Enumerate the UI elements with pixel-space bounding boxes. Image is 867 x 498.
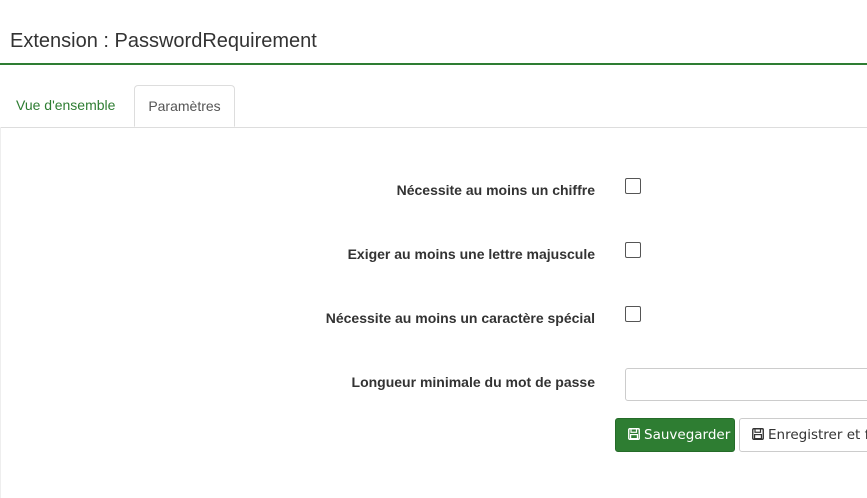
- tab-overview[interactable]: Vue d'ensemble: [16, 85, 115, 126]
- floppy-disk-icon: [628, 428, 640, 440]
- require-uppercase-label: Exiger au moins une lettre majuscule: [347, 246, 595, 262]
- min-length-input[interactable]: [625, 368, 867, 401]
- tab-bar: Vue d'ensemble Paramètres: [0, 85, 867, 128]
- require-special-char-label: Nécessite au moins un caractère spécial: [325, 310, 595, 326]
- require-digit-checkbox[interactable]: [625, 178, 641, 194]
- extension-settings-page: Extension : PasswordRequirement Vue d'en…: [0, 0, 867, 498]
- save-and-close-button[interactable]: Enregistrer et fermer: [739, 418, 867, 452]
- page-title: Extension : PasswordRequirement: [10, 30, 317, 52]
- min-length-label: Longueur minimale du mot de passe: [351, 374, 595, 390]
- save-and-close-button-label: Enregistrer et fermer: [768, 427, 867, 443]
- tab-settings[interactable]: Paramètres: [134, 85, 235, 127]
- page-header: Extension : PasswordRequirement: [0, 0, 867, 65]
- require-uppercase-checkbox[interactable]: [625, 242, 641, 258]
- save-button[interactable]: Sauvegarder: [615, 418, 735, 452]
- save-button-label: Sauvegarder: [644, 427, 731, 443]
- floppy-disk-icon: [752, 428, 764, 440]
- require-digit-label: Nécessite au moins un chiffre: [396, 182, 595, 198]
- require-special-char-checkbox[interactable]: [625, 306, 641, 322]
